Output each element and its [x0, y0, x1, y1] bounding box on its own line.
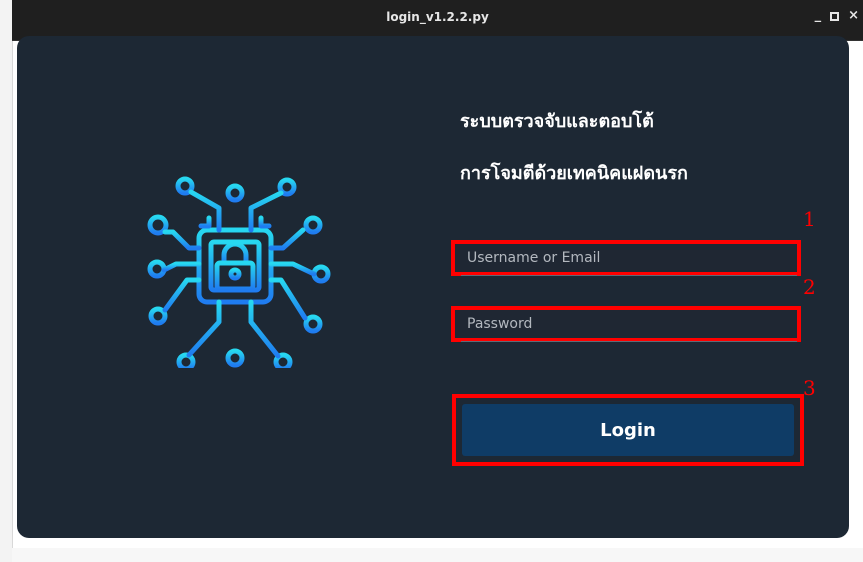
maximize-button[interactable] [830, 11, 840, 21]
password-input[interactable] [461, 310, 803, 338]
callout-number-2: 2 [803, 275, 816, 299]
window-titlebar[interactable]: login_v1.2.2.py _ × [12, 0, 863, 41]
username-field[interactable] [451, 240, 803, 276]
heading-line-1: ระบบตรวจจับและตอบโต้ [460, 111, 654, 132]
login-panel: ระบบตรวจจับและตอบโต้ การโจมตีด้วยเทคนิคแ… [17, 36, 849, 538]
system-heading: ระบบตรวจจับและตอบโต้ การโจมตีด้วยเทคนิคแ… [460, 96, 688, 200]
username-input[interactable] [461, 244, 803, 272]
callout-number-1: 1 [803, 207, 816, 231]
background-window-footer [12, 548, 863, 562]
callout-number-3: 3 [803, 376, 816, 400]
close-button[interactable]: × [848, 8, 859, 24]
window-controls: _ × [815, 8, 859, 24]
window-title: login_v1.2.2.py [386, 10, 489, 24]
password-field[interactable] [451, 306, 803, 342]
minimize-button[interactable]: _ [815, 8, 822, 24]
background-window-edge [0, 0, 13, 562]
cyber-lock-circuit-icon [147, 176, 331, 368]
login-button-highlight: Login [452, 394, 804, 466]
heading-line-2: การโจมตีด้วยเทคนิคแฝดนรก [460, 163, 688, 184]
username-underline [461, 275, 797, 276]
login-button[interactable]: Login [462, 404, 794, 456]
password-underline [461, 341, 797, 342]
screen: login_v1.2.2.py _ × ระบบตรวจจับและตอบโต้… [0, 0, 863, 562]
